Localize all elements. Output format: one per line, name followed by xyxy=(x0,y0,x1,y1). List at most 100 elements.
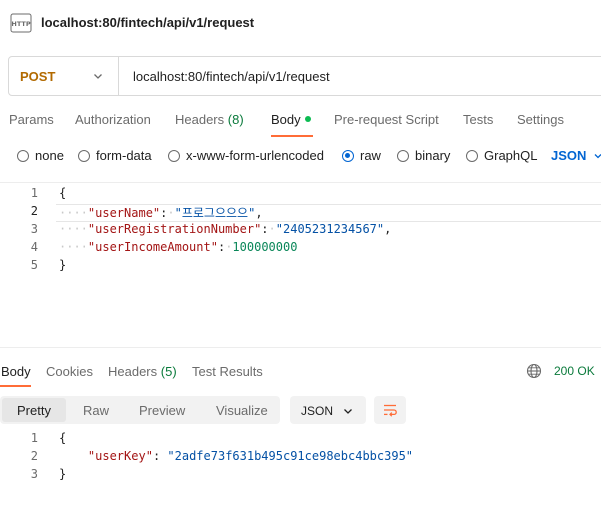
tab-label: Body xyxy=(1,364,31,379)
tab-label: Body xyxy=(271,112,301,127)
active-tab-indicator xyxy=(0,385,31,387)
radio-button[interactable] xyxy=(168,149,180,162)
line-number: 3 xyxy=(30,467,38,481)
radio-graphql[interactable]: GraphQL xyxy=(466,148,537,163)
url-bar: POST localhost:80/fintech/api/v1/request xyxy=(8,56,601,96)
tab-label: Test Results xyxy=(192,364,263,379)
code-text: ····"userIncomeAmount":·100000000 xyxy=(59,240,298,254)
radio-label: raw xyxy=(360,148,381,163)
radio-raw[interactable]: raw xyxy=(342,148,381,163)
view-pretty-button[interactable]: Pretty xyxy=(17,403,51,418)
chevron-down-icon[interactable] xyxy=(594,152,601,160)
active-tab-indicator xyxy=(271,135,313,137)
wrap-text-icon xyxy=(384,404,397,417)
headers-count: (8) xyxy=(227,112,244,127)
space-whitespace: · xyxy=(167,206,175,220)
json-brace: { xyxy=(59,186,67,200)
title-bar: HTTP localhost:80/fintech/api/v1/request xyxy=(0,0,601,46)
line-number: 2 xyxy=(30,204,38,218)
radio-button-checked[interactable] xyxy=(342,149,354,162)
json-number: 100000000 xyxy=(232,240,298,254)
globe-icon[interactable] xyxy=(526,363,542,379)
body-type-selector: none form-data x-www-form-urlencoded raw… xyxy=(0,144,601,168)
tab-label: Headers xyxy=(108,364,158,379)
http-icon-label: HTTP xyxy=(11,20,30,28)
radio-button[interactable] xyxy=(17,149,29,162)
radio-button[interactable] xyxy=(397,149,409,162)
indent-whitespace: ···· xyxy=(59,222,88,236)
code-line: 1 { xyxy=(0,186,601,204)
tab-params[interactable]: Params xyxy=(9,112,54,127)
url-input[interactable]: localhost:80/fintech/api/v1/request xyxy=(133,69,330,84)
code-line: 2 ····"userName":·"프로그으으으", xyxy=(0,204,601,222)
code-line: 3 ····"userRegistrationNumber":·"2405231… xyxy=(0,222,601,240)
line-number: 1 xyxy=(30,431,38,445)
tab-headers[interactable]: Headers (8) xyxy=(175,112,244,127)
tab-tests[interactable]: Tests xyxy=(463,112,493,127)
request-tabs: Params Authorization Headers (8) Body Pr… xyxy=(0,104,601,137)
format-label: JSON xyxy=(301,404,334,418)
tab-test-results[interactable]: Test Results xyxy=(192,364,263,379)
status-badge[interactable]: 200 OK xyxy=(554,364,595,378)
view-visualize-button[interactable]: Visualize xyxy=(216,403,268,418)
response-body-viewer[interactable]: 1 { 2 "userKey": "2adfe73f631b495c91ce98… xyxy=(0,430,601,490)
tab-label: Cookies xyxy=(46,364,93,379)
tab-label: Authorization xyxy=(75,112,151,127)
json-string: "2adfe73f631b495c91ce98ebc4bbc395" xyxy=(167,449,414,463)
radio-button[interactable] xyxy=(78,149,90,162)
tab-authorization[interactable]: Authorization xyxy=(75,112,151,127)
code-line: 2 "userKey": "2adfe73f631b495c91ce98ebc4… xyxy=(0,449,601,467)
code-line: 3 } xyxy=(0,467,601,485)
request-title[interactable]: localhost:80/fintech/api/v1/request xyxy=(41,15,254,30)
tab-label: Settings xyxy=(517,112,564,127)
tab-label: Params xyxy=(9,112,54,127)
radio-button[interactable] xyxy=(466,149,478,162)
line-number: 2 xyxy=(30,449,38,463)
chevron-down-icon xyxy=(94,74,102,79)
method-label: POST xyxy=(20,69,56,84)
radio-label: form-data xyxy=(96,148,152,163)
code-line: 5 } xyxy=(0,258,601,276)
json-key: "userRegistrationNumber" xyxy=(87,222,262,236)
tab-pre-request-script[interactable]: Pre-request Script xyxy=(334,112,439,127)
radio-label: none xyxy=(35,148,64,163)
json-comma: , xyxy=(384,222,392,236)
format-select[interactable]: JSON xyxy=(290,396,366,424)
json-string: "2405231234567" xyxy=(275,222,385,236)
json-brace: } xyxy=(59,467,67,481)
json-string: "프로그으으으" xyxy=(174,206,256,220)
json-brace: { xyxy=(59,431,67,445)
http-request-icon: HTTP xyxy=(10,13,32,33)
line-number: 1 xyxy=(30,186,38,200)
wrap-lines-button[interactable] xyxy=(374,396,406,424)
json-comma: , xyxy=(255,206,263,220)
radio-x-www-form-urlencoded[interactable]: x-www-form-urlencoded xyxy=(168,148,324,163)
tab-response-headers[interactable]: Headers (5) xyxy=(108,364,177,379)
radio-label: x-www-form-urlencoded xyxy=(186,148,324,163)
code-text: "userKey": "2adfe73f631b495c91ce98ebc4bb… xyxy=(87,449,414,463)
code-line: 4 ····"userIncomeAmount":·100000000 xyxy=(0,240,601,258)
tab-label: Tests xyxy=(463,112,494,127)
radio-label: binary xyxy=(415,148,451,163)
line-number: 3 xyxy=(30,222,38,236)
indent-whitespace: ···· xyxy=(59,240,88,254)
tab-body[interactable]: Body xyxy=(271,112,311,127)
radio-binary[interactable]: binary xyxy=(397,148,450,163)
language-select[interactable]: JSON xyxy=(551,148,586,163)
radio-none[interactable]: none xyxy=(17,148,64,163)
code-line: 1 { xyxy=(0,431,601,449)
radio-form-data[interactable]: form-data xyxy=(78,148,152,163)
response-tabs: Body Cookies Headers (5) Test Results 20… xyxy=(0,356,601,387)
method-select[interactable]: POST xyxy=(9,57,119,95)
tab-label: Headers xyxy=(175,112,225,127)
view-raw-button[interactable]: Raw xyxy=(83,403,109,418)
code-text: ····"userName":·"프로그으으으", xyxy=(59,206,263,220)
request-body-editor[interactable]: 1 { 2 ····"userName":·"프로그으으으", 3 ····"u… xyxy=(0,182,601,348)
tab-cookies[interactable]: Cookies xyxy=(46,364,93,379)
tab-settings[interactable]: Settings xyxy=(517,112,564,127)
space-whitespace: · xyxy=(268,222,276,236)
view-preview-button[interactable]: Preview xyxy=(139,403,185,418)
tab-response-body[interactable]: Body xyxy=(1,364,31,379)
response-toolbar: Pretty Raw Preview Visualize JSON xyxy=(0,396,601,426)
tab-label: Pre-request Script xyxy=(334,112,439,127)
